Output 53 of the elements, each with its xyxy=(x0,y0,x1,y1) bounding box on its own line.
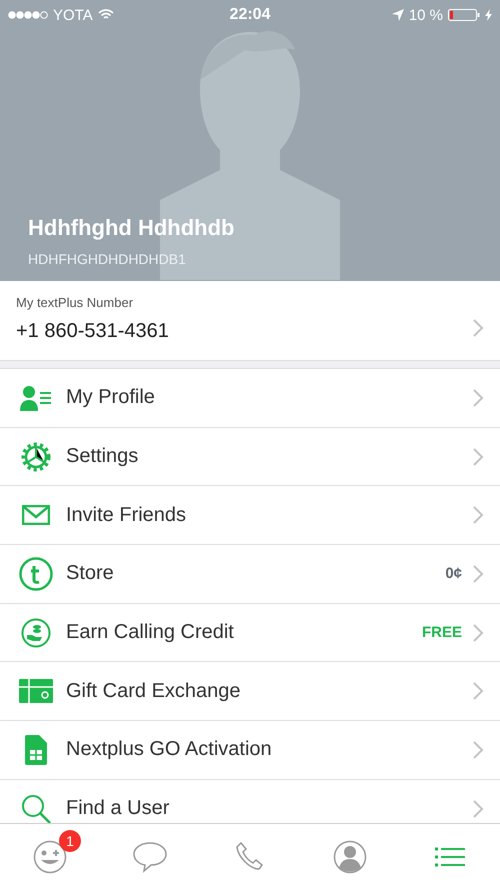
battery-icon xyxy=(448,9,480,21)
avatar-icon xyxy=(333,840,367,874)
menu-label: Find a User xyxy=(66,797,170,820)
search-icon xyxy=(20,792,52,823)
chevron-icon xyxy=(472,622,484,643)
chevron-icon xyxy=(472,318,484,338)
wifi-icon xyxy=(98,9,114,21)
number-label: My textPlus Number xyxy=(16,295,134,310)
chevron-icon xyxy=(472,740,484,760)
gear-icon xyxy=(21,442,51,472)
tab-bar-item[interactable]: 1 xyxy=(0,824,100,889)
location-arrow-icon xyxy=(392,9,404,21)
store-icon xyxy=(19,556,53,591)
username: HDHFHGHDHDHDHDB1 xyxy=(28,251,187,267)
sim-card-icon xyxy=(25,734,47,765)
menu-label: Gift Card Exchange xyxy=(66,680,242,703)
menu-label: Nextplus GO Activation xyxy=(66,738,273,762)
charging-icon xyxy=(485,9,492,21)
profile-icon xyxy=(20,384,52,411)
menu-label: Settings xyxy=(66,445,140,468)
phone-icon xyxy=(234,840,266,872)
menu-item[interactable]: My Profile xyxy=(0,369,500,428)
chevron-icon xyxy=(472,446,484,467)
menu-label: Store xyxy=(66,562,115,586)
menu-item[interactable]: Nextplus GO Activation xyxy=(0,721,500,780)
notification-badge: 1 xyxy=(59,830,81,852)
menu-item[interactable]: Invite Friends xyxy=(0,486,500,546)
chevron-icon xyxy=(472,388,484,408)
chat-bubble-icon xyxy=(132,840,168,872)
signal-icon xyxy=(8,11,48,19)
battery-percent: 10 % xyxy=(408,6,444,24)
chevron-icon xyxy=(472,681,484,702)
menu-item[interactable]: Store 0¢ xyxy=(0,545,500,604)
menu-label: Invite Friends xyxy=(66,504,188,527)
menu-value: FREE xyxy=(422,624,462,642)
phone-number: +1 860-531-4361 xyxy=(16,320,170,343)
chevron-icon xyxy=(472,564,484,584)
carrier-name: YOTA xyxy=(53,6,93,24)
gift-card-icon xyxy=(19,679,53,704)
chevron-icon xyxy=(472,505,484,526)
menu-label: My Profile xyxy=(66,386,156,410)
profile-name: Hdhfhghd Hdhdhdb xyxy=(28,215,236,241)
chevron-icon xyxy=(472,798,484,819)
envelope-icon xyxy=(22,505,50,526)
menu-item[interactable]: Earn Calling Credit FREE xyxy=(0,604,500,662)
smiley-add-icon xyxy=(33,840,67,874)
menu-item[interactable]: Settings xyxy=(0,428,500,486)
coin-hand-icon xyxy=(21,618,51,648)
menu-value: 0¢ xyxy=(445,565,462,582)
menu-icon xyxy=(435,846,465,866)
menu-label: Earn Calling Credit xyxy=(66,621,235,644)
menu-item[interactable]: Gift Card Exchange xyxy=(0,662,500,722)
clock-time: 22:04 xyxy=(230,6,270,24)
